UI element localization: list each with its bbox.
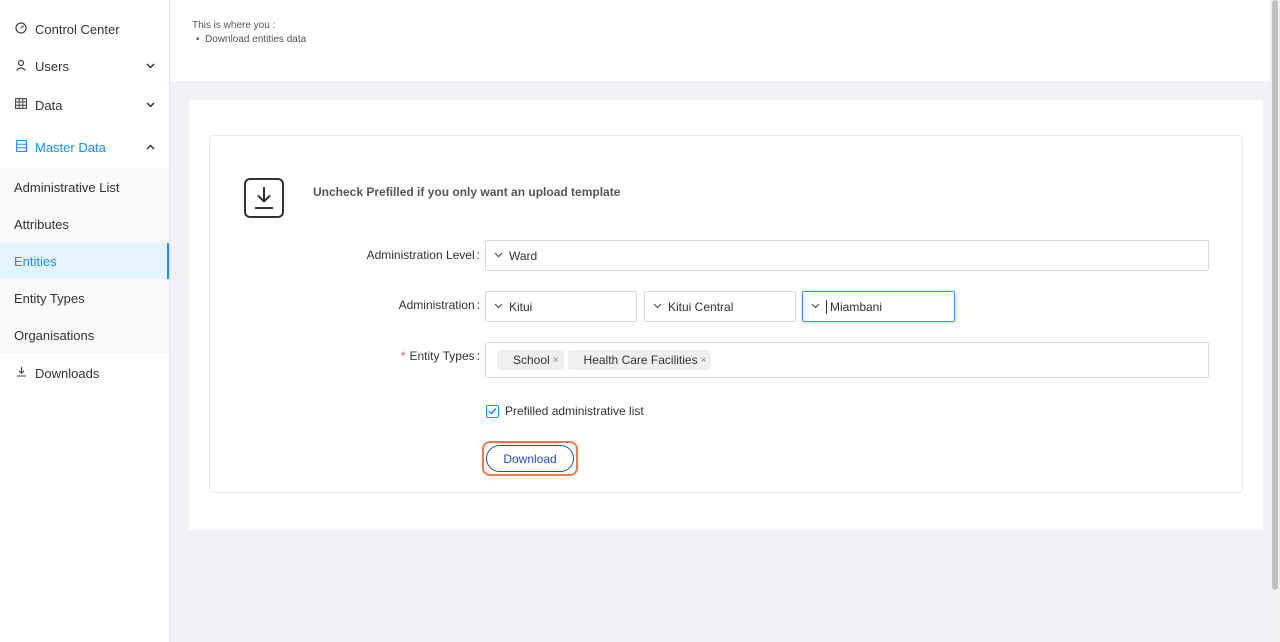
required-marker: * — [400, 349, 406, 363]
entity-type-tag: School × — [497, 350, 564, 370]
sidebar-item-attributes[interactable]: Attributes — [0, 205, 169, 243]
prefilled-checkbox[interactable] — [486, 404, 499, 418]
nav-control-center-label: Control Center — [35, 21, 120, 37]
download-box-icon — [244, 178, 284, 218]
chevron-down-icon — [494, 301, 503, 312]
scrollbar-thumb[interactable] — [1272, 0, 1278, 590]
sidebar-item-administrative-list[interactable]: Administrative List — [0, 168, 169, 206]
entity-type-tag: Health Care Facilities × — [567, 350, 712, 370]
administration-county-value: Kitui — [509, 299, 533, 314]
database-icon — [14, 139, 28, 155]
sidebar-item-label: Organisations — [14, 327, 95, 343]
table-icon — [14, 98, 28, 112]
chevron-down-icon — [811, 301, 820, 312]
dashboard-icon — [14, 21, 28, 37]
administration-ward-value: Miambani — [830, 299, 883, 314]
sidebar-item-label: Entity Types — [14, 290, 85, 306]
administration-label: Administration: — [398, 298, 480, 312]
download-icon — [14, 366, 28, 380]
chevron-down-icon — [653, 301, 662, 312]
nav-downloads[interactable]: Downloads — [0, 354, 169, 392]
tag-label: School — [513, 353, 550, 367]
sidebar-item-label: Entities — [14, 253, 57, 269]
close-icon[interactable]: × — [701, 355, 707, 366]
nav-master-data-label: Master Data — [35, 139, 106, 155]
sidebar-item-entity-types[interactable]: Entity Types — [0, 279, 169, 317]
prefilled-label: Prefilled administrative list — [505, 404, 644, 418]
chevron-up-icon — [146, 142, 155, 153]
admin-level-select[interactable]: Ward — [485, 240, 1209, 271]
description-bullet: Download entities data — [192, 34, 1249, 45]
administration-subcounty-value: Kitui Central — [668, 299, 734, 314]
administration-select-county[interactable]: Kitui — [485, 291, 637, 322]
nav-downloads-label: Downloads — [35, 365, 100, 381]
user-icon — [14, 59, 28, 74]
prefilled-checkbox-row[interactable]: Prefilled administrative list — [486, 404, 644, 418]
admin-level-label: Administration Level: — [366, 248, 480, 262]
administration-select-subcounty[interactable]: Kitui Central — [644, 291, 796, 322]
nav-users-label: Users — [35, 58, 69, 74]
nav-data[interactable]: Data — [0, 86, 169, 124]
sidebar-item-label: Attributes — [14, 216, 69, 232]
nav-users[interactable]: Users — [0, 47, 169, 85]
admin-level-value: Ward — [509, 248, 538, 263]
text-caret — [826, 299, 827, 314]
close-icon[interactable]: × — [553, 355, 559, 366]
chevron-down-icon — [146, 100, 155, 111]
form-hint: Uncheck Prefilled if you only want an up… — [313, 185, 621, 199]
entity-types-label: * Entity Types: — [400, 349, 480, 363]
page-description: This is where you : Download entities da… — [171, 0, 1270, 81]
administration-select-ward[interactable]: Miambani — [802, 291, 955, 322]
entity-types-select[interactable]: School × Health Care Facilities × — [485, 342, 1209, 378]
description-intro: This is where you : — [192, 20, 276, 31]
nav-master-data[interactable]: Master Data — [0, 128, 169, 166]
sidebar-item-organisations[interactable]: Organisations — [0, 316, 169, 354]
sidebar-item-entities[interactable]: Entities — [0, 243, 169, 279]
chevron-down-icon — [146, 61, 155, 72]
sidebar-item-label: Administrative List — [14, 179, 120, 195]
tag-label: Health Care Facilities — [583, 353, 698, 367]
scrollbar[interactable] — [1270, 0, 1280, 642]
nav-data-label: Data — [35, 97, 63, 113]
download-button[interactable]: Download — [486, 445, 574, 472]
nav-control-center[interactable]: Control Center — [0, 10, 169, 48]
chevron-down-icon — [494, 250, 503, 261]
sidebar: Control Center Users Data Master Data Ad… — [0, 0, 170, 642]
